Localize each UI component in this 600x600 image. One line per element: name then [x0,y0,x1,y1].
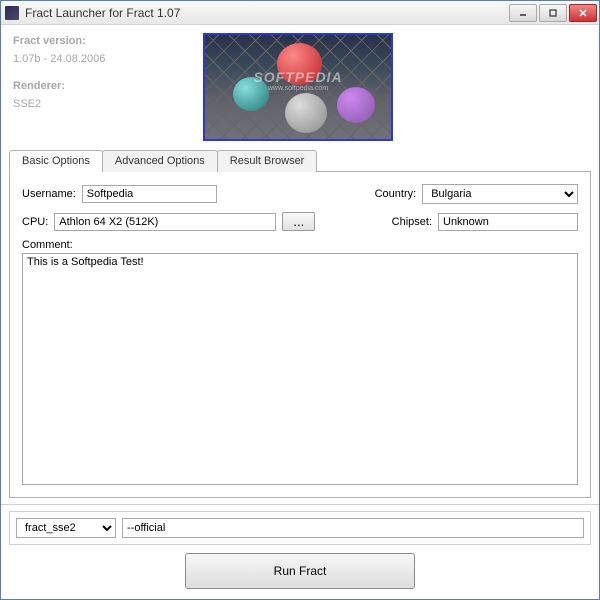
version-value: 1.07b - 24.08.2006 [13,51,173,69]
sphere-purple [337,87,375,123]
chipset-label: Chipset: [392,216,432,228]
version-block: Fract version: 1.07b - 24.08.2006 Render… [13,33,173,141]
renderer-label: Renderer: [13,80,65,92]
cpu-browse-button[interactable]: ... [282,212,315,231]
tab-result-browser[interactable]: Result Browser [217,150,318,172]
preview-image: SOFTPEDIA www.softpedia.com [203,33,393,141]
app-icon [5,6,19,20]
tab-advanced-options[interactable]: Advanced Options [102,150,218,172]
tab-row: Basic Options Advanced Options Result Br… [9,150,591,172]
arguments-field[interactable] [122,518,584,538]
titlebar[interactable]: Fract Launcher for Fract 1.07 [1,1,599,25]
watermark-text: SOFTPEDIA [253,69,342,85]
executable-select[interactable]: fract_sse2 [16,518,116,538]
comment-field[interactable]: This is a Softpedia Test! [22,253,578,485]
renderer-value: SSE2 [13,96,173,114]
window-controls [509,4,597,22]
tabs-container: Basic Options Advanced Options Result Br… [9,149,591,498]
header-area: Fract version: 1.07b - 24.08.2006 Render… [1,25,599,145]
username-label: Username: [22,188,76,200]
close-button[interactable] [569,4,597,22]
window-title: Fract Launcher for Fract 1.07 [25,6,509,20]
username-field[interactable] [82,185,217,203]
tab-basic-options[interactable]: Basic Options [9,150,103,172]
sphere-gray [285,93,327,133]
run-button[interactable]: Run Fract [185,553,415,589]
watermark-sub: www.softpedia.com [205,85,391,92]
app-window: Fract Launcher for Fract 1.07 Fract vers… [0,0,600,600]
minimize-button[interactable] [509,4,537,22]
comment-label: Comment: [22,239,578,251]
tab-panel-basic: Username: Country: Bulgaria CPU: ... Chi… [9,171,591,498]
cpu-label: CPU: [22,216,48,228]
country-label: Country: [375,188,417,200]
maximize-button[interactable] [539,4,567,22]
footer: fract_sse2 Run Fract [1,504,599,599]
chipset-field[interactable] [438,213,578,231]
watermark: SOFTPEDIA www.softpedia.com [205,69,391,92]
country-select[interactable]: Bulgaria [422,184,578,204]
cpu-field[interactable] [54,213,276,231]
version-label: Fract version: [13,35,86,47]
